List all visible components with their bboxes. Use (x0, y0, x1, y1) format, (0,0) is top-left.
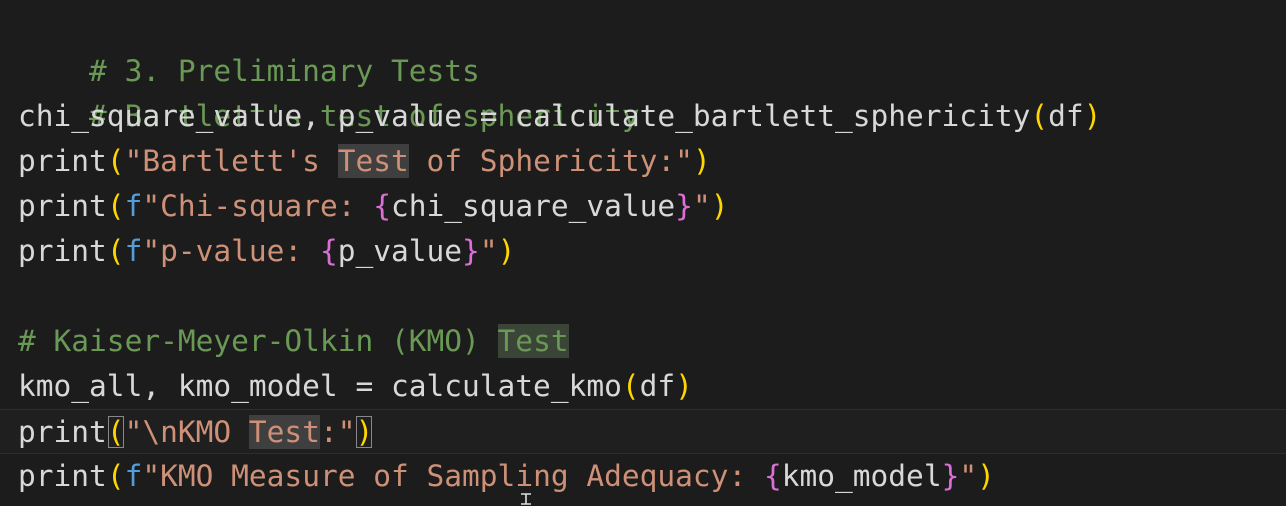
mouse-cursor-icon (521, 493, 531, 505)
function-token: print (18, 415, 107, 449)
code-line-1[interactable]: # 3. Preliminary Tests (0, 4, 1286, 88)
close-paren: ) (710, 189, 729, 223)
code-line-6[interactable]: print(f"p-value: {p_value}") (0, 229, 1286, 274)
close-paren: ) (1083, 99, 1102, 133)
function-token: print (18, 189, 107, 223)
code-line-9[interactable]: kmo_all, kmo_model = calculate_kmo(df) (0, 364, 1286, 409)
close-brace: } (462, 234, 480, 268)
close-brace: } (675, 189, 693, 223)
variable-token: p_value (337, 234, 463, 268)
assignment-token: chi_square_value, p_value = calculate_ba… (18, 99, 1031, 133)
string-token: " (692, 189, 711, 223)
open-brace: { (319, 234, 338, 268)
string-token: "Chi-square: (142, 189, 374, 223)
bracket-match-close: ) (355, 415, 374, 449)
function-token: print (18, 234, 107, 268)
search-highlight: Test (497, 324, 569, 358)
variable-token: chi_square_value (391, 189, 676, 223)
open-paren: ( (1030, 99, 1049, 133)
string-token: "Bartlett's (124, 144, 338, 178)
code-line-8[interactable]: # Kaiser-Meyer-Olkin (KMO) Test (0, 319, 1286, 364)
close-paren: ) (692, 144, 711, 178)
close-brace: } (941, 459, 960, 493)
assignment-token: kmo_all, kmo_model = calculate_kmo (18, 369, 622, 403)
string-token: "\nKMO (124, 415, 249, 449)
string-token: " (479, 234, 498, 268)
close-paren: ) (675, 369, 693, 403)
string-token: "KMO Measure of Sampling Adequacy: (142, 459, 764, 493)
function-token: print (18, 144, 107, 178)
open-paren: ( (106, 189, 125, 223)
open-paren: ( (106, 234, 125, 268)
open-paren: ( (106, 459, 125, 493)
code-line-7-empty[interactable] (0, 274, 1286, 319)
code-editor[interactable]: # 3. Preliminary Tests # Bartlett's test… (0, 0, 1286, 506)
search-highlight: Test (248, 415, 320, 449)
function-token: print (18, 459, 107, 493)
variable-token: kmo_model (781, 459, 942, 493)
string-token: :" (319, 415, 356, 449)
open-brace: { (373, 189, 391, 223)
code-line-3[interactable]: chi_square_value, p_value = calculate_ba… (0, 94, 1286, 139)
search-highlight: Test (337, 144, 409, 178)
string-token: " (959, 459, 978, 493)
code-line-4[interactable]: print("Bartlett's Test of Sphericity:") (0, 139, 1286, 184)
code-line-11[interactable]: print(f"KMO Measure of Sampling Adequacy… (0, 454, 1286, 499)
comment-token: # Kaiser-Meyer-Olkin (KMO) (18, 324, 498, 358)
bracket-match-open: ( (106, 415, 125, 449)
argument-token: df (639, 369, 676, 403)
close-paren: ) (977, 459, 995, 493)
fstring-prefix: f (124, 459, 143, 493)
code-line-2[interactable]: # Bartlett's test of sphericity (0, 49, 1286, 133)
close-paren: ) (497, 234, 516, 268)
code-line-5[interactable]: print(f"Chi-square: {chi_square_value}") (0, 184, 1286, 229)
open-paren: ( (106, 144, 125, 178)
fstring-prefix: f (124, 189, 143, 223)
string-token: "p-value: (142, 234, 320, 268)
string-token: of Sphericity:" (408, 144, 693, 178)
open-brace: { (763, 459, 782, 493)
code-line-10-current[interactable]: print("\nKMO Test:") (0, 409, 1286, 454)
argument-token: df (1048, 99, 1084, 133)
fstring-prefix: f (124, 234, 143, 268)
open-paren: ( (621, 369, 640, 403)
